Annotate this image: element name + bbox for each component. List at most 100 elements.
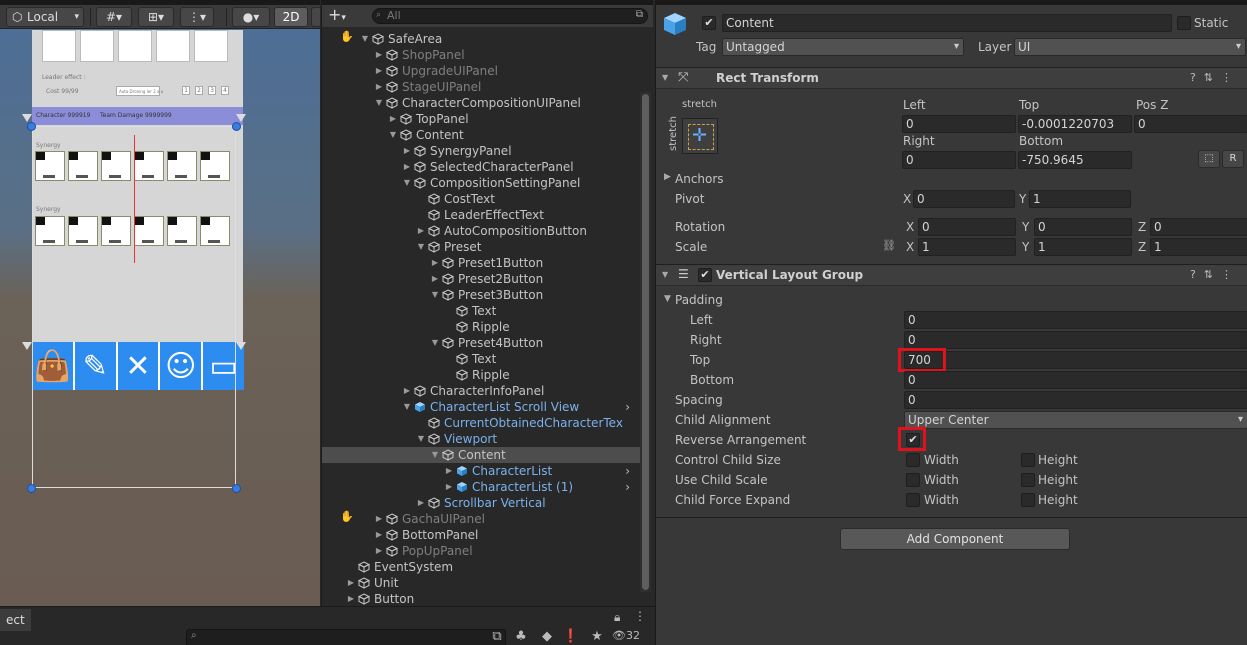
collapse-arrow-icon[interactable]: ▶ [374,511,384,527]
rect-handle-top-right[interactable] [232,122,241,131]
help-icon[interactable]: ? [1190,268,1204,281]
static-checkbox[interactable] [1177,16,1191,30]
anchor-marker[interactable] [22,342,32,350]
hierarchy-item[interactable]: ▼ Preset3Button [322,287,640,303]
hierarchy-scrollbar[interactable] [640,92,651,592]
collapse-arrow-icon[interactable]: ▶ [402,159,412,175]
project-tab[interactable]: ect [0,609,31,631]
anchor-presets-button[interactable] [682,118,718,154]
warning-icon[interactable]: ❗ [562,629,580,645]
collapse-arrow-icon[interactable]: ▶ [374,63,384,79]
collapse-arrow-icon[interactable]: ▶ [374,543,384,559]
collapse-arrow-icon[interactable]: ▶ [374,47,384,63]
filter-scene-icon[interactable]: ⧉ [488,629,506,645]
rect-handle-bottom-right[interactable] [232,484,241,493]
hierarchy-item[interactable]: ▼ SafeArea [322,31,640,47]
hierarchy-item[interactable]: ▼ CharacterCompositionUIPanel [322,95,640,111]
hierarchy-item[interactable]: ▶ Preset2Button [322,271,640,287]
scale-z-field[interactable]: 1 [1150,238,1247,256]
vertical-layout-group-header[interactable]: ▼ ☰ ✔ Vertical Layout Group ?⇅⋮ [656,264,1247,286]
rotation-z-field[interactable]: 0 [1150,218,1247,236]
component-menu-icon[interactable]: ⋮ [1221,268,1240,281]
grid-snap-button[interactable]: #▾ [96,7,132,27]
expand-arrow-icon[interactable]: ▼ [402,175,412,191]
hierarchy-item[interactable]: ▼ Content [322,127,640,143]
expand-arrow-icon[interactable]: ▼ [402,399,412,415]
mode-2d-toggle[interactable]: 2D [274,7,308,27]
anchor-marker[interactable] [22,114,32,122]
hierarchy-item[interactable]: ▶ BottomPanel [322,527,640,543]
padding-right-field[interactable]: 0 [904,331,1247,349]
hierarchy-search-input[interactable]: ⌕ All ⧉ [372,8,648,24]
hierarchy-item[interactable]: ▶ UpgradeUIPanel [322,63,640,79]
hierarchy-item[interactable]: Text [322,303,640,319]
control-size-width-checkbox[interactable] [906,453,920,467]
hierarchy-item[interactable]: ▼ Preset [322,239,640,255]
hierarchy-item[interactable]: CurrentObtainedCharacterTex [322,415,640,431]
hierarchy-item[interactable]: Text [322,351,640,367]
hierarchy-item[interactable]: LeaderEffectText [322,207,640,223]
expand-arrow-icon[interactable]: ▼ [388,127,398,143]
shading-mode-button[interactable]: ●▾ [232,7,270,27]
hierarchy-item[interactable]: Ripple [322,367,640,383]
visible-count[interactable]: 👁︎32 [612,629,650,645]
expand-arrow-icon[interactable]: ▼ [360,31,370,47]
collapse-arrow-icon[interactable]: ▶ [346,591,356,606]
project-search-input[interactable]: ⌕ [186,629,506,645]
component-enabled-checkbox[interactable]: ✔ [698,268,712,282]
hierarchy-item[interactable]: ▶ GachaUIPanel [322,511,640,527]
pivot-x-field[interactable]: 0 [913,190,1015,208]
scale-y-field[interactable]: 1 [1034,238,1132,256]
collapse-arrow-icon[interactable]: ▶ [374,79,384,95]
add-component-button[interactable]: Add Component [840,528,1070,550]
active-checkbox[interactable]: ✔ [702,16,716,30]
favorite-star-icon[interactable]: ★ [588,629,606,645]
open-prefab-icon[interactable]: › [625,479,630,495]
filter-type-icon[interactable]: ♣ [512,629,530,645]
use-scale-height-checkbox[interactable] [1021,473,1035,487]
hierarchy-item[interactable]: ▶ Unit [322,575,640,591]
scene-view[interactable]: ⬡ Local ▾ #▾ ⊞▾ ⋮▾ ●▾ 2D Leader effect : [0,0,320,606]
padding-left-field[interactable]: 0 [904,311,1247,329]
hierarchy-item[interactable]: ▶ CharacterInfoPanel [322,383,640,399]
hierarchy-item[interactable]: ▶ Scrollbar Vertical [322,495,640,511]
hierarchy-item[interactable]: ▶ CharacterList (1) › [322,479,640,495]
scale-x-field[interactable]: 1 [918,238,1016,256]
child-alignment-dropdown[interactable]: Upper Center [904,411,1247,429]
layer-dropdown[interactable]: UI [1014,38,1246,56]
rect-handle-top-left[interactable] [27,122,36,131]
collapse-arrow-icon[interactable]: ▶ [402,383,412,399]
anchor-marker[interactable] [236,114,246,122]
increment-snap-button[interactable]: ⊞▾ [138,7,174,27]
expand-arrow-icon[interactable]: ▼ [416,431,426,447]
lock-icon[interactable]: 🔒︎ [614,610,620,625]
add-object-button[interactable]: +▾ [328,7,346,26]
bottom-field[interactable]: -750.9645 [1018,151,1132,169]
hierarchy-item[interactable]: ▶ StageUIPanel [322,79,640,95]
hierarchy-item[interactable]: ▼ Content [322,447,640,463]
rect-transform-header[interactable]: ▼ ⤧ Rect Transform ?⇅⋮ [656,67,1247,89]
collapse-arrow-icon[interactable]: ▶ [374,527,384,543]
hierarchy-item[interactable]: ▶ AutoCompositionButton [322,223,640,239]
expand-arrow-icon[interactable]: ▼ [430,335,440,351]
expand-arrow-icon[interactable]: ▼ [416,239,426,255]
align-button[interactable]: ⋮▾ [180,7,214,27]
control-size-height-checkbox[interactable] [1021,453,1035,467]
fold-arrow-icon[interactable]: ▼ [664,294,671,304]
collapse-arrow-icon[interactable]: ▶ [402,143,412,159]
preset-icon[interactable]: ⇅ [1204,71,1221,84]
link-icon[interactable]: ⛓ [882,239,896,252]
expand-search-icon[interactable]: ⧉ [636,8,643,22]
collapse-arrow-icon[interactable]: ▶ [346,575,356,591]
component-header-icons[interactable]: ?⇅⋮ [1190,268,1240,281]
rect-handle-bottom-left[interactable] [27,484,36,493]
collapse-arrow-icon[interactable]: ▶ [430,255,440,271]
force-expand-height-checkbox[interactable] [1021,493,1035,507]
component-menu-icon[interactable]: ⋮ [1221,71,1240,84]
open-prefab-icon[interactable]: › [625,463,630,479]
anchor-marker[interactable] [236,342,246,350]
pivot-mode-dropdown[interactable]: ⬡ Local ▾ [6,7,84,27]
hierarchy-item[interactable]: ▼ CompositionSettingPanel [322,175,640,191]
fold-arrow-icon[interactable]: ▶ [664,172,671,182]
expand-arrow-icon[interactable]: ▼ [430,447,440,463]
